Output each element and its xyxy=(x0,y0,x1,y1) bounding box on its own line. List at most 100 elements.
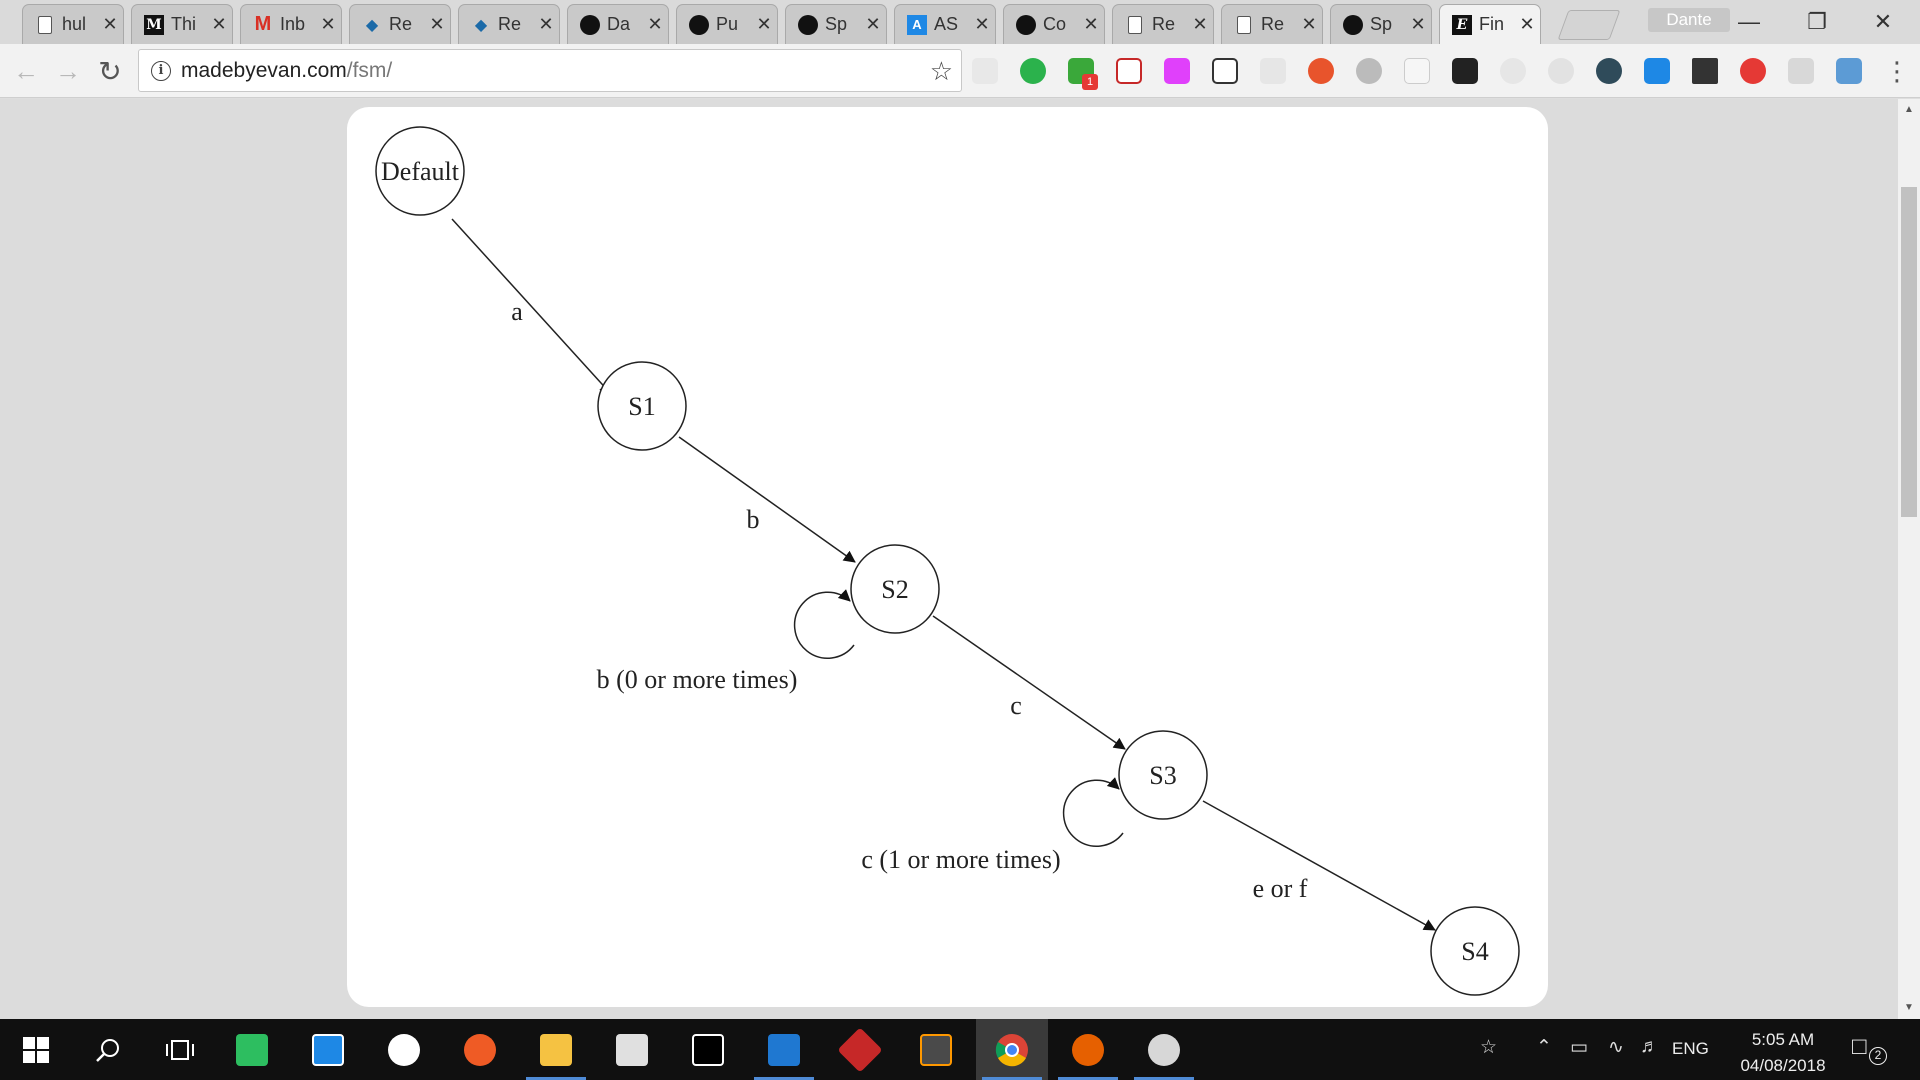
close-icon[interactable]: ✕ xyxy=(315,14,341,35)
scrollbar-thumb[interactable] xyxy=(1901,187,1917,517)
close-icon[interactable]: ✕ xyxy=(751,14,777,35)
tab-active[interactable]: E Fin ✕ xyxy=(1439,4,1541,44)
state-s1[interactable]: S1 xyxy=(597,361,687,451)
people-icon[interactable]: ☆ xyxy=(1480,1036,1497,1059)
grammarly-icon[interactable] xyxy=(1020,58,1046,84)
close-icon[interactable]: ✕ xyxy=(969,14,995,35)
language-indicator[interactable]: ENG xyxy=(1672,1039,1709,1059)
fsm-diagram[interactable]: Default S1 S2 S3 S4 a b b (0 or more tim… xyxy=(347,107,1548,1007)
postman-icon[interactable] xyxy=(444,1019,516,1080)
close-icon[interactable]: ✕ xyxy=(1187,14,1213,35)
restore-icon[interactable]: ❐ xyxy=(1786,0,1848,44)
paint-icon[interactable] xyxy=(1128,1019,1200,1080)
scroll-down-icon[interactable]: ▼ xyxy=(1898,999,1920,1017)
extension-icon[interactable] xyxy=(1644,58,1670,84)
close-icon[interactable]: ✕ xyxy=(642,14,668,35)
extension-icon[interactable] xyxy=(1836,58,1862,84)
notification-center-icon[interactable]: □ 2 xyxy=(1852,1033,1888,1067)
transition-arrow-e-or-f[interactable] xyxy=(1202,800,1436,931)
info-icon[interactable]: i xyxy=(151,60,171,81)
firefox-icon[interactable] xyxy=(1052,1019,1124,1080)
tab[interactable]: ◆ Re ✕ xyxy=(349,4,451,44)
close-window-icon[interactable]: ✕ xyxy=(1852,0,1914,44)
tab[interactable]: M Inb ✕ xyxy=(240,4,342,44)
tab[interactable]: Pu ✕ xyxy=(676,4,778,44)
wifi-icon[interactable]: ∿ xyxy=(1608,1036,1624,1059)
minimize-icon[interactable]: — xyxy=(1718,0,1780,44)
close-icon[interactable]: ✕ xyxy=(1296,14,1322,35)
tab[interactable]: Re ✕ xyxy=(1112,4,1214,44)
close-icon[interactable]: ✕ xyxy=(424,14,450,35)
extension-icon[interactable] xyxy=(1260,58,1286,84)
search-icon[interactable] xyxy=(72,1019,144,1080)
clock[interactable]: 5:05 AM 04/08/2018 xyxy=(1728,1027,1838,1079)
screenshot-icon[interactable] xyxy=(1212,58,1238,84)
pycharm-icon[interactable] xyxy=(672,1019,744,1080)
chevron-up-icon[interactable]: ⌃ xyxy=(1536,1036,1552,1059)
transition-arrow-b[interactable] xyxy=(678,436,856,563)
pocket-icon[interactable] xyxy=(1116,58,1142,84)
file-explorer-icon[interactable] xyxy=(520,1019,592,1080)
extension-icon[interactable] xyxy=(1404,58,1430,84)
state-s4[interactable]: S4 xyxy=(1430,906,1520,996)
extension-icon[interactable] xyxy=(1500,58,1526,84)
chrome-icon[interactable] xyxy=(976,1019,1048,1080)
extension-icon[interactable] xyxy=(1164,58,1190,84)
close-icon[interactable]: ✕ xyxy=(1514,14,1540,35)
url-text[interactable]: madebyevan.com/fsm/ xyxy=(181,59,392,83)
download-icon[interactable] xyxy=(1692,58,1718,84)
address-bar[interactable]: i madebyevan.com/fsm/ ☆ xyxy=(138,49,962,92)
extension-icon[interactable] xyxy=(1596,58,1622,84)
self-loop-s3[interactable] xyxy=(1062,777,1124,847)
state-default[interactable]: Default xyxy=(375,126,465,216)
tab[interactable]: M Thi ✕ xyxy=(131,4,233,44)
task-view-icon[interactable] xyxy=(144,1019,216,1080)
tab[interactable]: ◆ Re ✕ xyxy=(458,4,560,44)
tab[interactable]: Co ✕ xyxy=(1003,4,1105,44)
fsm-canvas[interactable]: Default S1 S2 S3 S4 a b b (0 or more tim… xyxy=(347,107,1548,1007)
close-icon[interactable]: ✕ xyxy=(1405,14,1431,35)
windows-start-icon[interactable] xyxy=(0,1019,72,1080)
menu-icon[interactable]: ⋮ xyxy=(1884,54,1910,88)
close-icon[interactable]: ✕ xyxy=(1078,14,1104,35)
scroll-up-icon[interactable]: ▲ xyxy=(1898,101,1920,119)
shield-icon[interactable] xyxy=(1788,58,1814,84)
back-icon[interactable]: ← xyxy=(8,53,44,89)
battery-icon[interactable]: ▭ xyxy=(1570,1036,1588,1059)
reload-icon[interactable]: ↻ xyxy=(92,53,128,89)
tab[interactable]: hul ✕ xyxy=(22,4,124,44)
new-tab-button[interactable] xyxy=(1557,10,1621,40)
state-s3[interactable]: S3 xyxy=(1118,730,1208,820)
state-s2[interactable]: S2 xyxy=(850,544,940,634)
extension-icon[interactable] xyxy=(1356,58,1382,84)
vscode-icon[interactable] xyxy=(748,1019,820,1080)
close-icon[interactable]: ✕ xyxy=(206,14,232,35)
instagram-icon[interactable] xyxy=(292,1019,364,1080)
close-icon[interactable]: ✕ xyxy=(533,14,559,35)
tab[interactable]: Da ✕ xyxy=(567,4,669,44)
sublime-icon[interactable] xyxy=(900,1019,972,1080)
close-icon[interactable]: ✕ xyxy=(860,14,886,35)
medium-icon: M xyxy=(144,14,164,35)
more-extensions-icon[interactable] xyxy=(1452,58,1478,84)
tab[interactable]: Sp ✕ xyxy=(1330,4,1432,44)
self-loop-s2[interactable] xyxy=(793,589,855,659)
forward-icon[interactable]: → xyxy=(50,53,86,89)
close-icon[interactable]: ✕ xyxy=(97,14,123,35)
mongodb-icon[interactable] xyxy=(368,1019,440,1080)
transition-arrow-c[interactable] xyxy=(932,615,1126,750)
scrollbar[interactable]: ▲ ▼ xyxy=(1898,99,1920,1019)
colorpicker-icon[interactable] xyxy=(1740,58,1766,84)
tab[interactable]: Sp ✕ xyxy=(785,4,887,44)
evernote-icon[interactable] xyxy=(216,1019,288,1080)
producthunt-icon[interactable] xyxy=(1308,58,1334,84)
extension-icon[interactable] xyxy=(1548,58,1574,84)
bookmark-star-icon[interactable]: ☆ xyxy=(930,56,953,87)
tab[interactable]: A AS ✕ xyxy=(894,4,996,44)
transition-arrow-a[interactable] xyxy=(451,218,612,395)
gitkraken-icon[interactable] xyxy=(824,1019,896,1080)
python-icon[interactable] xyxy=(596,1019,668,1080)
extension-icon[interactable] xyxy=(972,58,998,84)
tab[interactable]: Re ✕ xyxy=(1221,4,1323,44)
volume-icon[interactable]: ♬ xyxy=(1640,1036,1659,1058)
